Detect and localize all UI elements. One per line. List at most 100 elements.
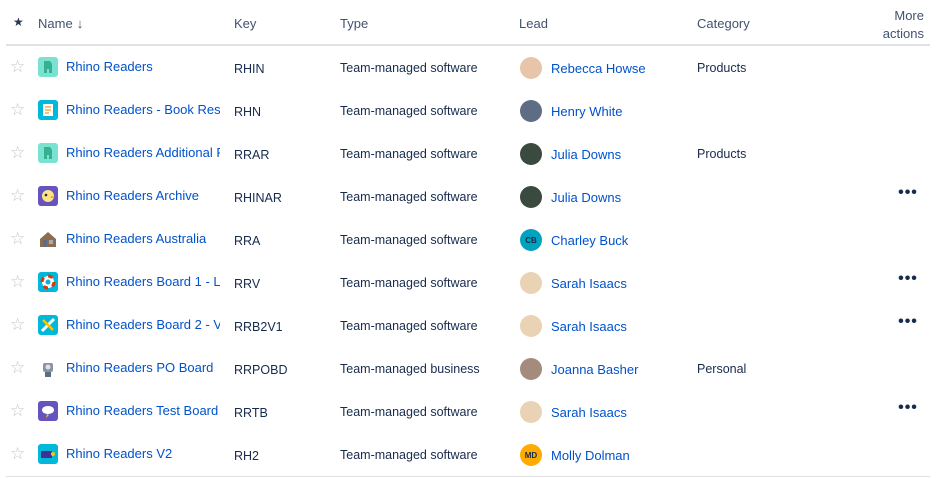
- project-type: Team-managed software: [340, 319, 478, 333]
- lead-avatar: [520, 57, 542, 79]
- rhino-icon: [38, 57, 58, 77]
- lead-column-header[interactable]: Lead: [519, 16, 548, 31]
- more-actions-button[interactable]: •••: [897, 314, 919, 335]
- lead-name-link[interactable]: Julia Downs: [551, 190, 621, 205]
- project-name-link[interactable]: Rhino Readers - Book Resources: [66, 102, 220, 117]
- table-row: ☆ Rhino Readers V2 RH2 Team-managed soft…: [6, 433, 930, 477]
- category-column-header[interactable]: Category: [697, 16, 750, 31]
- type-column-header[interactable]: Type: [340, 16, 368, 31]
- lead-avatar: MD: [520, 444, 542, 466]
- project-key: RRPOBD: [234, 363, 288, 377]
- project-type: Team-managed software: [340, 405, 478, 419]
- project-name-link[interactable]: Rhino Readers Additional Resources: [66, 145, 220, 160]
- more-actions-header-line1: More: [894, 8, 924, 23]
- lead-avatar: [520, 272, 542, 294]
- table-body: ☆ Rhino Readers RHIN Team-managed softwa…: [6, 46, 930, 477]
- lead-name-link[interactable]: Joanna Basher: [551, 362, 638, 377]
- project-category: Personal: [697, 362, 747, 376]
- lead-name-link[interactable]: Molly Dolman: [551, 448, 630, 463]
- project-key: RHINAR: [234, 191, 282, 205]
- project-name-link[interactable]: Rhino Readers: [66, 59, 220, 74]
- project-name-link[interactable]: Rhino Readers Australia: [66, 231, 220, 246]
- star-icon[interactable]: ☆: [10, 230, 26, 247]
- table-row: ☆ Rhino Readers Archive RHINAR Team-mana…: [6, 175, 930, 218]
- project-key: RHN: [234, 105, 262, 119]
- project-key: RRB2V1: [234, 320, 283, 334]
- lead-name-link[interactable]: Sarah Isaacs: [551, 319, 627, 334]
- lead-avatar: [520, 100, 542, 122]
- project-name-link[interactable]: Rhino Readers V2: [66, 446, 220, 461]
- lead-avatar: [520, 401, 542, 423]
- tools-icon: [38, 315, 58, 335]
- more-actions-column-header: More actions: [864, 7, 924, 43]
- project-key: RRV: [234, 277, 261, 291]
- table-header: ★ Name ↓ Key Type Lead Category More act…: [6, 0, 930, 46]
- name-header-label: Name: [38, 16, 73, 31]
- project-type: Team-managed software: [340, 104, 478, 118]
- sort-arrow-icon: ↓: [76, 16, 84, 31]
- lead-avatar: [520, 186, 542, 208]
- more-actions-button[interactable]: [897, 100, 919, 120]
- project-type: Team-managed software: [340, 276, 478, 290]
- more-actions-button[interactable]: •••: [897, 400, 919, 421]
- project-name-link[interactable]: Rhino Readers Archive: [66, 188, 220, 203]
- project-name-link[interactable]: Rhino Readers Board 2 - V1: [66, 317, 220, 332]
- star-icon[interactable]: ☆: [10, 316, 26, 333]
- project-type: Team-managed business: [340, 362, 480, 376]
- lead-name-link[interactable]: Henry White: [551, 104, 623, 119]
- star-icon[interactable]: ☆: [10, 58, 26, 75]
- lead-name-link[interactable]: Rebecca Howse: [551, 61, 646, 76]
- key-column-header[interactable]: Key: [234, 16, 256, 31]
- rhino-icon: [38, 143, 58, 163]
- robot-icon: [38, 358, 58, 378]
- lead-name-link[interactable]: Sarah Isaacs: [551, 405, 627, 420]
- star-icon[interactable]: ☆: [10, 101, 26, 118]
- more-actions-button[interactable]: [897, 358, 919, 378]
- table-row: ☆ Rhino Readers - Book Resources RHN Tea…: [6, 89, 930, 132]
- more-actions-button[interactable]: •••: [897, 271, 919, 292]
- project-name-link[interactable]: Rhino Readers Test Board: [66, 403, 220, 418]
- table-row: ☆ Rhino Readers Board 1 - Level RRV Team…: [6, 261, 930, 304]
- project-name-link[interactable]: Rhino Readers Board 1 - Level: [66, 274, 220, 289]
- project-key: RRAR: [234, 148, 270, 162]
- project-key: RH2: [234, 449, 260, 463]
- more-actions-button[interactable]: •••: [897, 185, 919, 206]
- table-row: ☆ Rhino Readers Test Board RRTB Team-man…: [6, 390, 930, 433]
- project-key: RRA: [234, 234, 261, 248]
- table-row: ☆ Rhino Readers Australia RRA Team-manag…: [6, 218, 930, 261]
- project-type: Team-managed software: [340, 233, 478, 247]
- star-icon[interactable]: ☆: [10, 273, 26, 290]
- project-type: Team-managed software: [340, 448, 478, 462]
- more-actions-header-line2: actions: [882, 26, 924, 41]
- project-type: Team-managed software: [340, 61, 478, 75]
- table-row: ☆ Rhino Readers Board 2 - V1 RRB2V1 Team…: [6, 304, 930, 347]
- more-actions-button[interactable]: [897, 229, 919, 249]
- project-key: RHIN: [234, 62, 265, 76]
- more-actions-button[interactable]: [897, 444, 919, 464]
- lead-avatar: CB: [520, 229, 542, 251]
- table-row: ☆ Rhino Readers RHIN Team-managed softwa…: [6, 46, 930, 89]
- lifebuoy-icon: [38, 272, 58, 292]
- name-column-header[interactable]: Name ↓: [38, 16, 83, 31]
- project-category: Products: [697, 147, 747, 161]
- bird-icon: [38, 186, 58, 206]
- table-row: ☆ Rhino Readers Additional Resources RRA…: [6, 132, 930, 175]
- project-key: RRTB: [234, 406, 268, 420]
- star-icon[interactable]: ☆: [10, 445, 26, 462]
- more-actions-button[interactable]: [897, 143, 919, 163]
- star-icon[interactable]: ☆: [10, 359, 26, 376]
- star-icon[interactable]: ☆: [10, 144, 26, 161]
- starred-column-icon[interactable]: ★: [13, 15, 24, 29]
- more-actions-button[interactable]: [897, 57, 919, 77]
- lead-avatar: [520, 315, 542, 337]
- lead-name-link[interactable]: Julia Downs: [551, 147, 621, 162]
- projects-table: ★ Name ↓ Key Type Lead Category More act…: [0, 0, 950, 477]
- notepad-icon: [38, 100, 58, 120]
- lead-name-link[interactable]: Sarah Isaacs: [551, 276, 627, 291]
- lead-name-link[interactable]: Charley Buck: [551, 233, 628, 248]
- card-icon: [38, 444, 58, 464]
- project-type: Team-managed software: [340, 147, 478, 161]
- star-icon[interactable]: ☆: [10, 187, 26, 204]
- star-icon[interactable]: ☆: [10, 402, 26, 419]
- project-name-link[interactable]: Rhino Readers PO Board: [66, 360, 220, 375]
